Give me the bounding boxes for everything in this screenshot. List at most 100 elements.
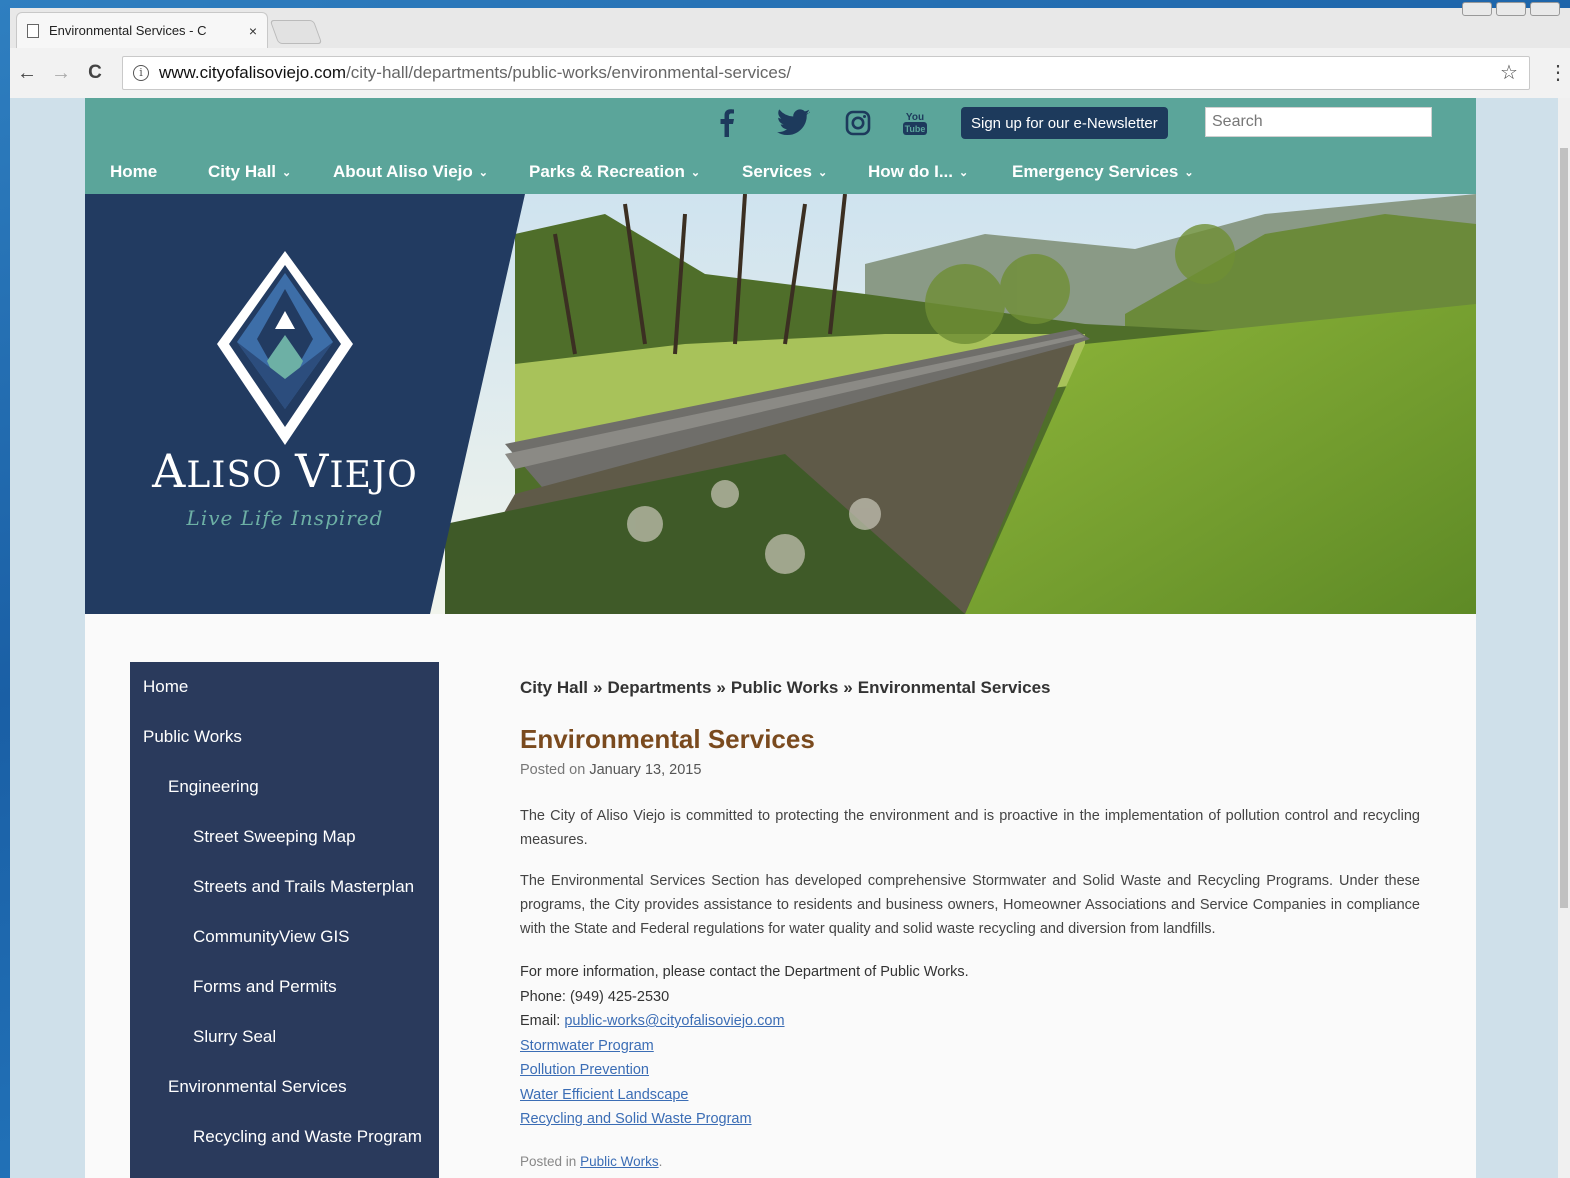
post-category: Posted in Public Works. <box>520 1154 662 1169</box>
sidebar-item-public-works[interactable]: Public Works <box>143 727 242 747</box>
chevron-down-icon: ⌄ <box>478 167 489 179</box>
contact-phone: Phone: (949) 425-2530 <box>520 988 670 1005</box>
forward-button[interactable]: → <box>44 62 78 85</box>
water-efficient-landscape-link[interactable]: Water Efficient Landscape <box>520 1087 688 1103</box>
browser-menu-icon[interactable]: ⋮ <box>1548 60 1568 85</box>
breadcrumb-current: Environmental Services <box>857 678 1051 697</box>
intro-paragraph: The City of Aliso Viejo is committed to … <box>520 808 1420 848</box>
breadcrumb-departments[interactable]: Departments <box>608 678 712 697</box>
breadcrumb-separator: » <box>843 678 853 697</box>
search-input[interactable] <box>1205 107 1432 137</box>
maximize-button[interactable] <box>1496 2 1526 16</box>
stormwater-program-link[interactable]: Stormwater Program <box>520 1038 654 1054</box>
breadcrumb-city-hall[interactable]: City Hall <box>520 678 588 697</box>
contact-block: For more information, please contact the… <box>520 960 969 1132</box>
url-path: /city-hall/departments/public-works/envi… <box>346 63 792 82</box>
url-host: www.cityofalisoviejo.com <box>159 63 347 82</box>
nav-label: City Hall <box>208 162 277 181</box>
bookmark-star-icon[interactable]: ☆ <box>1500 60 1518 85</box>
chevron-down-icon: ⌄ <box>282 167 292 179</box>
recycling-solid-waste-link[interactable]: Recycling and Solid Waste Program <box>520 1111 752 1127</box>
contact-email-row: Email: public-works@cityofalisoviejo.com <box>520 1009 969 1034</box>
post-date: Posted on January 13, 2015 <box>520 762 701 778</box>
sidebar-item-engineering[interactable]: Engineering <box>168 777 259 797</box>
instagram-icon[interactable] <box>843 108 873 138</box>
twitter-icon[interactable] <box>775 108 813 138</box>
city-tagline: Live Life Inspired <box>186 506 384 530</box>
site-header: YouTube Sign up for our e-Newsletter Hom… <box>85 98 1476 194</box>
filed-suffix: . <box>658 1154 663 1169</box>
facebook-icon[interactable] <box>713 108 741 138</box>
nav-label: About Aliso Viejo <box>333 162 473 181</box>
tab-strip: Environmental Services - C × <box>10 2 1570 48</box>
nav-emergency-services[interactable]: Emergency Services ⌄ <box>1012 162 1194 182</box>
nav-city-hall[interactable]: City Hall ⌄ <box>208 162 291 182</box>
reload-button[interactable]: C <box>78 62 112 84</box>
address-bar[interactable]: i www.cityofalisoviejo.com/city-hall/dep… <box>122 56 1530 90</box>
sidebar-item-slurry-seal[interactable]: Slurry Seal <box>193 1027 276 1047</box>
page-scrollbar[interactable] <box>1558 98 1570 1178</box>
page-viewport: YouTube Sign up for our e-Newsletter Hom… <box>10 98 1570 1178</box>
minimize-button[interactable] <box>1462 2 1492 16</box>
window-controls <box>1462 2 1560 16</box>
posted-prefix: Posted on <box>520 762 586 778</box>
nav-label: Services <box>742 162 812 181</box>
page-title: Environmental Services <box>520 724 815 754</box>
nav-parks-recreation[interactable]: Parks & Recreation ⌄ <box>529 162 700 182</box>
page-icon <box>27 23 39 38</box>
breadcrumb-separator: » <box>716 678 726 697</box>
email-label: Email: <box>520 1013 561 1029</box>
close-window-button[interactable] <box>1530 2 1560 16</box>
nav-about-aliso-viejo[interactable]: About Aliso Viejo ⌄ <box>333 162 488 182</box>
contact-intro: For more information, please contact the… <box>520 964 969 980</box>
logo-letter: V <box>295 444 330 498</box>
sidebar-item-recycling-waste-program[interactable]: Recycling and Waste Program <box>193 1127 422 1147</box>
logo-letters: LISO <box>186 455 296 496</box>
program-paragraph: The Environmental Services Section has d… <box>520 873 1420 937</box>
browser-toolbar: ← → C i www.cityofalisoviejo.com/city-ha… <box>10 48 1570 98</box>
nav-label: Parks & Recreation <box>529 162 685 181</box>
sidebar-item-streets-trails-masterplan[interactable]: Streets and Trails Masterplan <box>193 877 414 897</box>
breadcrumb-public-works[interactable]: Public Works <box>731 678 838 697</box>
pollution-prevention-link[interactable]: Pollution Prevention <box>520 1062 649 1078</box>
info-icon[interactable]: i <box>133 65 149 81</box>
tab-close-icon[interactable]: × <box>249 23 257 39</box>
nav-label: How do I... <box>868 162 953 181</box>
sidebar-item-home[interactable]: Home <box>143 677 188 697</box>
new-tab-button[interactable] <box>269 20 323 44</box>
sidebar-item-communityview-gis[interactable]: CommunityView GIS <box>193 927 350 947</box>
newsletter-signup-button[interactable]: Sign up for our e-Newsletter <box>961 107 1168 139</box>
email-link[interactable]: public-works@cityofalisoviejo.com <box>564 1013 784 1029</box>
aliso-viejo-logo-emblem <box>217 251 353 445</box>
sidebar-nav: Home Public Works Engineering Street Swe… <box>130 662 439 1178</box>
svg-text:Tube: Tube <box>905 124 926 134</box>
breadcrumb: City Hall» Departments» Public Works» Envir… <box>520 678 1051 698</box>
site-container: YouTube Sign up for our e-Newsletter Hom… <box>85 98 1476 1178</box>
logo-letters: IEJO <box>329 455 418 496</box>
nav-label: Home <box>110 162 158 181</box>
chevron-down-icon: ⌄ <box>817 167 828 179</box>
posted-date[interactable]: January 13, 2015 <box>589 762 701 778</box>
nav-services[interactable]: Services ⌄ <box>742 162 827 182</box>
nav-label: Emergency Services <box>1012 162 1179 181</box>
city-logo-wordmark: ALISO VIEJO <box>135 444 435 498</box>
scrollbar-thumb[interactable] <box>1560 148 1568 908</box>
nav-home[interactable]: Home <box>110 162 157 182</box>
category-link[interactable]: Public Works <box>580 1154 659 1169</box>
hero-banner: ALISO VIEJO Live Life Inspired <box>85 194 1476 614</box>
sidebar-item-forms-permits[interactable]: Forms and Permits <box>193 977 337 997</box>
browser-tab[interactable]: Environmental Services - C × <box>16 12 268 48</box>
svg-text:You: You <box>906 112 924 123</box>
sidebar-item-street-sweeping-map[interactable]: Street Sweeping Map <box>193 827 356 847</box>
nav-how-do-i[interactable]: How do I... ⌄ <box>868 162 968 182</box>
breadcrumb-separator: » <box>593 678 603 697</box>
chevron-down-icon: ⌄ <box>690 167 701 179</box>
browser-window: Environmental Services - C × ← → C i www… <box>10 2 1570 1178</box>
chevron-down-icon: ⌄ <box>1184 167 1194 179</box>
logo-letter: A <box>152 444 187 498</box>
sidebar-item-environmental-services[interactable]: Environmental Services <box>168 1077 347 1097</box>
back-button[interactable]: ← <box>10 62 44 85</box>
youtube-icon[interactable]: You Tube <box>900 108 930 138</box>
filed-prefix: Posted in <box>520 1154 577 1169</box>
chevron-down-icon: ⌄ <box>959 167 969 179</box>
